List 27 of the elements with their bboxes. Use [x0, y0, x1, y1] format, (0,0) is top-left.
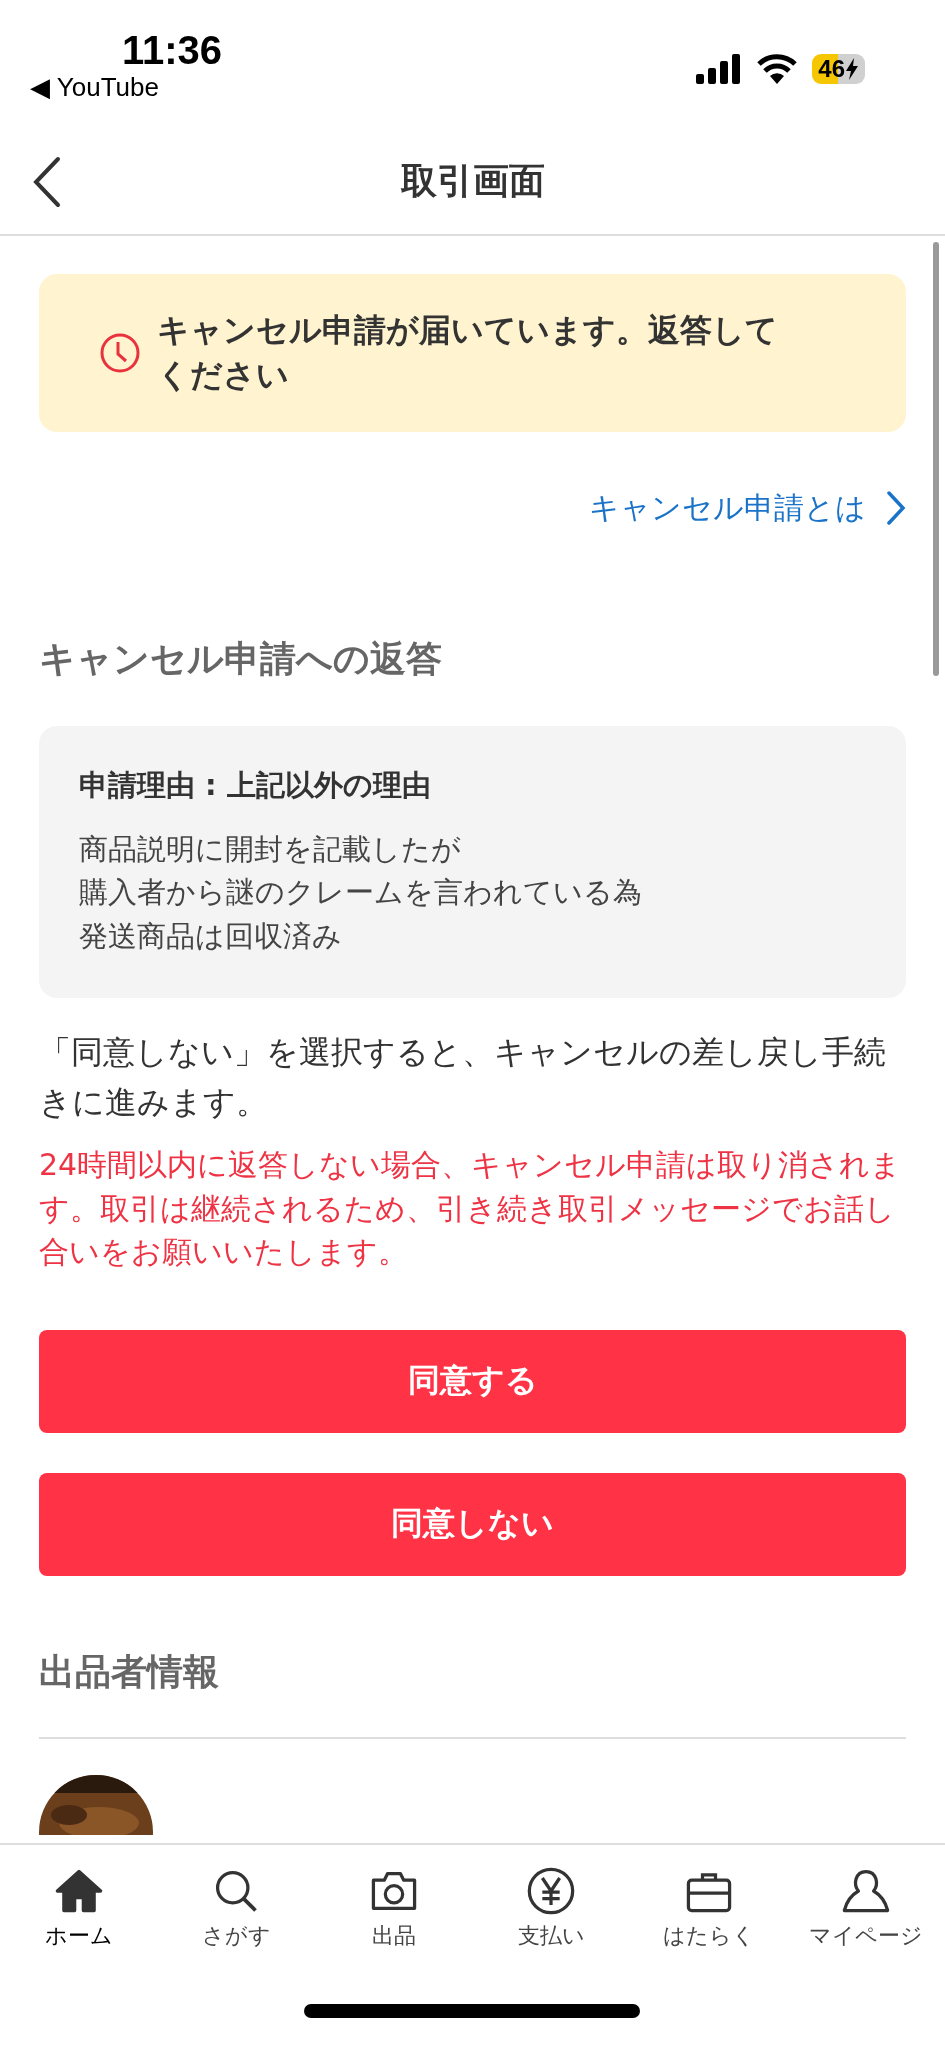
clock-icon [99, 331, 141, 374]
page-title: 取引画面 [400, 158, 545, 203]
reason-text: 発送商品は回収済み [79, 917, 343, 955]
section-heading: キャンセル申請への返答 [39, 636, 443, 681]
tab-item[interactable]: ホーム [0, 1865, 158, 1951]
signal-icon [696, 54, 743, 84]
tab-item[interactable]: さがす [157, 1865, 315, 1951]
reason-text: 商品説明に開封を記載したが [79, 830, 462, 868]
tab-item[interactable]: マイページ [787, 1865, 945, 1951]
tab-item[interactable]: 支払い [472, 1865, 630, 1951]
back-to-app-link[interactable]: ◀ YouTube [30, 72, 159, 103]
tab-item[interactable]: 出品 [315, 1865, 473, 1951]
status-time: 11:36 [122, 28, 223, 73]
wifi-icon [756, 54, 799, 84]
warning-text: 24時間以内に返答しない場合、キャンセル申請は取り消されます。取引は継続されるため、引き続き取引メッセージでお話し合いをお願いいたします。 [39, 1146, 903, 1272]
agree-button[interactable]: 同意する [39, 1329, 906, 1433]
chevron-right-icon [886, 490, 906, 527]
section-heading: 出品者情報 [39, 1649, 220, 1694]
notice-text: キャンセル申請が届いています。返答してください [157, 310, 779, 396]
help-link[interactable]: キャンセル申請とは [589, 487, 906, 529]
bolt-icon [845, 58, 859, 80]
tab-item[interactable]: はたらく [630, 1865, 788, 1951]
disagree-button[interactable]: 同意しない [39, 1472, 906, 1576]
explanation-text: 「同意しない」を選択すると、キャンセルの差し戻し手続きに進みます。 [39, 1032, 887, 1123]
back-icon[interactable] [32, 156, 62, 208]
reason-text: 購入者から謎のクレームを言われている為 [79, 874, 643, 912]
reason-title: 申請理由 : 上記以外の理由 [79, 766, 432, 804]
